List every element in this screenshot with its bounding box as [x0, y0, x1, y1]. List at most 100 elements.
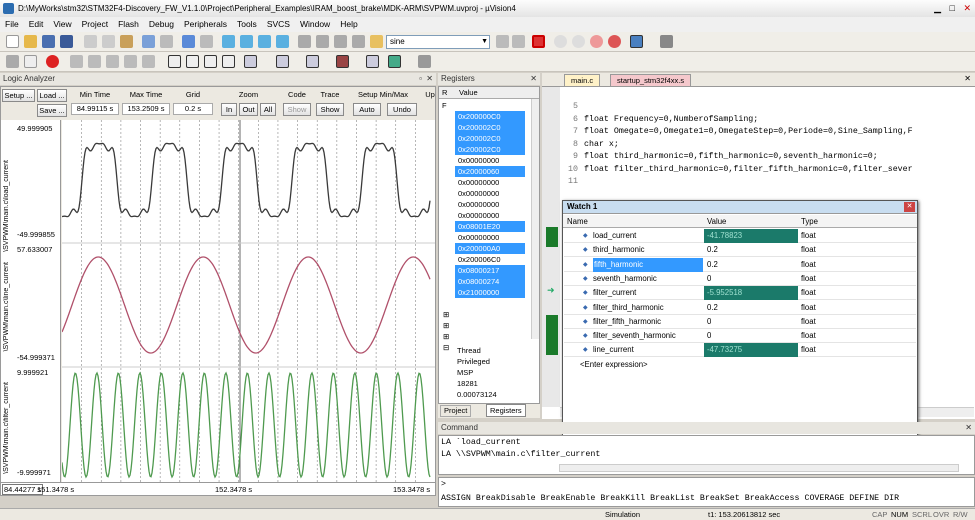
- minimize-icon[interactable]: ▁: [934, 3, 941, 13]
- copy-icon[interactable]: [102, 35, 115, 48]
- configure-icon[interactable]: [660, 35, 673, 48]
- tab-project[interactable]: Project: [440, 405, 472, 417]
- save-button[interactable]: Save ...: [37, 104, 67, 117]
- window-layout-icon[interactable]: [630, 35, 643, 48]
- watch-value[interactable]: 0: [704, 272, 798, 286]
- watch-row[interactable]: ◆ filter_current -5.952518 float: [564, 286, 916, 301]
- close-icon[interactable]: ✕: [965, 422, 972, 434]
- watch-value[interactable]: 0.2: [704, 243, 798, 257]
- register-row[interactable]: 0x200000C0: [455, 111, 525, 122]
- find-combo[interactable]: sine ▼: [386, 35, 490, 49]
- register-row[interactable]: 0x21000000: [455, 287, 525, 298]
- watch-row[interactable]: ◆ filter_seventh_harmonic 0 float: [564, 329, 916, 344]
- save-all-icon[interactable]: [60, 35, 73, 48]
- run-icon[interactable]: [24, 55, 37, 68]
- trace-window-icon[interactable]: [388, 55, 401, 68]
- incremental-find-icon[interactable]: [512, 35, 525, 48]
- register-row[interactable]: 0x08000217: [455, 265, 525, 276]
- menu-edit[interactable]: Edit: [24, 17, 49, 32]
- menu-tools[interactable]: Tools: [232, 17, 262, 32]
- menu-svcs[interactable]: SVCS: [262, 17, 295, 32]
- waveform-plot[interactable]: [62, 120, 435, 482]
- expand-icon[interactable]: ⊞: [443, 321, 449, 330]
- show-next-statement-icon[interactable]: [142, 55, 155, 68]
- code-line[interactable]: char x;: [584, 140, 974, 149]
- bookmark-clear-icon[interactable]: [276, 35, 289, 48]
- menu-file[interactable]: File: [0, 17, 24, 32]
- step-into-icon[interactable]: [70, 55, 83, 68]
- close-icon[interactable]: ✕: [964, 74, 971, 83]
- register-row[interactable]: 0x00000000: [455, 199, 525, 210]
- watch-row[interactable]: ◆ third_harmonic 0.2 float: [564, 243, 916, 258]
- expand-icon[interactable]: ⊞: [443, 310, 449, 319]
- collapse-icon[interactable]: ⊟: [443, 343, 449, 352]
- register-row[interactable]: 0x200000A0: [455, 243, 525, 254]
- watch-value[interactable]: 0: [704, 315, 798, 329]
- zoom-all-button[interactable]: All: [260, 103, 276, 116]
- cut-icon[interactable]: [84, 35, 97, 48]
- menu-project[interactable]: Project: [77, 17, 113, 32]
- watch-row[interactable]: ◆ line_current -47.73275 float: [564, 343, 916, 358]
- register-row[interactable]: 0x00000000: [455, 155, 525, 166]
- zoom-out-button[interactable]: Out: [239, 103, 258, 116]
- command-scrollbar[interactable]: [559, 464, 959, 472]
- signal3-name[interactable]: \SVPWM\main.c\filter_current: [3, 382, 10, 474]
- watch-value[interactable]: 0: [704, 329, 798, 343]
- watch-value[interactable]: -41.78823: [704, 229, 798, 243]
- maximize-icon[interactable]: □: [950, 3, 955, 13]
- find-icon[interactable]: [496, 35, 509, 48]
- menu-help[interactable]: Help: [335, 17, 362, 32]
- close-icon[interactable]: ✕: [963, 3, 971, 13]
- call-stack-icon[interactable]: [244, 55, 257, 68]
- signal2-name[interactable]: \SVPWM\main.c\line_current: [3, 262, 10, 351]
- watch-row[interactable]: ◆ filter_fifth_harmonic 0 float: [564, 315, 916, 329]
- register-row[interactable]: 0x200002C0: [455, 122, 525, 133]
- run-to-cursor-icon[interactable]: [124, 55, 137, 68]
- menu-debug[interactable]: Debug: [144, 17, 179, 32]
- tab-startup[interactable]: startup_stm32f4xx.s: [610, 74, 692, 87]
- breakpoint-enable-icon[interactable]: [572, 35, 585, 48]
- close-icon[interactable]: ✕: [530, 73, 537, 85]
- bookmark-next-icon[interactable]: [258, 35, 271, 48]
- register-row[interactable]: 0x200006C0: [455, 254, 525, 265]
- watch-row[interactable]: ◆ load_current -41.78823 float: [564, 229, 916, 243]
- breakpoint-disable-icon[interactable]: [590, 35, 603, 48]
- find-in-files-icon[interactable]: [370, 35, 383, 48]
- memory-window-icon[interactable]: [306, 55, 319, 68]
- watch-value[interactable]: 0.2: [704, 301, 798, 315]
- new-file-icon[interactable]: [6, 35, 19, 48]
- breakpoint-kill-icon[interactable]: [608, 35, 621, 48]
- auto-button[interactable]: Auto: [353, 103, 381, 116]
- trace-show-button[interactable]: Show: [316, 103, 344, 116]
- watch-value[interactable]: -5.952518: [704, 286, 798, 301]
- zoom-in-button[interactable]: In: [221, 103, 237, 116]
- stop-icon[interactable]: [46, 55, 59, 68]
- register-row[interactable]: 0x00000000: [455, 188, 525, 199]
- reset-icon[interactable]: [6, 55, 19, 68]
- code-line[interactable]: float filter_third_harmonic=0,filter_fif…: [584, 165, 974, 174]
- enter-expression-row[interactable]: <Enter expression>: [580, 358, 648, 372]
- uncomment-icon[interactable]: [352, 35, 365, 48]
- menu-view[interactable]: View: [48, 17, 76, 32]
- indent-icon[interactable]: [298, 35, 311, 48]
- nav-back-icon[interactable]: [182, 35, 195, 48]
- setup-button[interactable]: Setup ...: [2, 89, 35, 102]
- breakpoint-insert-icon[interactable]: [554, 35, 567, 48]
- paste-icon[interactable]: [120, 35, 133, 48]
- step-out-icon[interactable]: [106, 55, 119, 68]
- watch-row[interactable]: ◆ filter_third_harmonic 0.2 float: [564, 301, 916, 315]
- menu-flash[interactable]: Flash: [113, 17, 144, 32]
- debug-session-icon[interactable]: [532, 35, 545, 48]
- undo-button[interactable]: Undo: [387, 103, 417, 116]
- watch-value[interactable]: 0.2: [704, 258, 798, 272]
- register-row[interactable]: 0x00000000: [455, 177, 525, 188]
- register-row[interactable]: 0x200002C0: [455, 133, 525, 144]
- watch-window-icon[interactable]: [276, 55, 289, 68]
- menu-window[interactable]: Window: [295, 17, 335, 32]
- open-file-icon[interactable]: [24, 35, 37, 48]
- step-over-icon[interactable]: [88, 55, 101, 68]
- close-icon[interactable]: ✕: [426, 73, 433, 85]
- register-row[interactable]: 0x00000000: [455, 232, 525, 243]
- load-button[interactable]: Load ...: [37, 89, 67, 102]
- nav-forward-icon[interactable]: [200, 35, 213, 48]
